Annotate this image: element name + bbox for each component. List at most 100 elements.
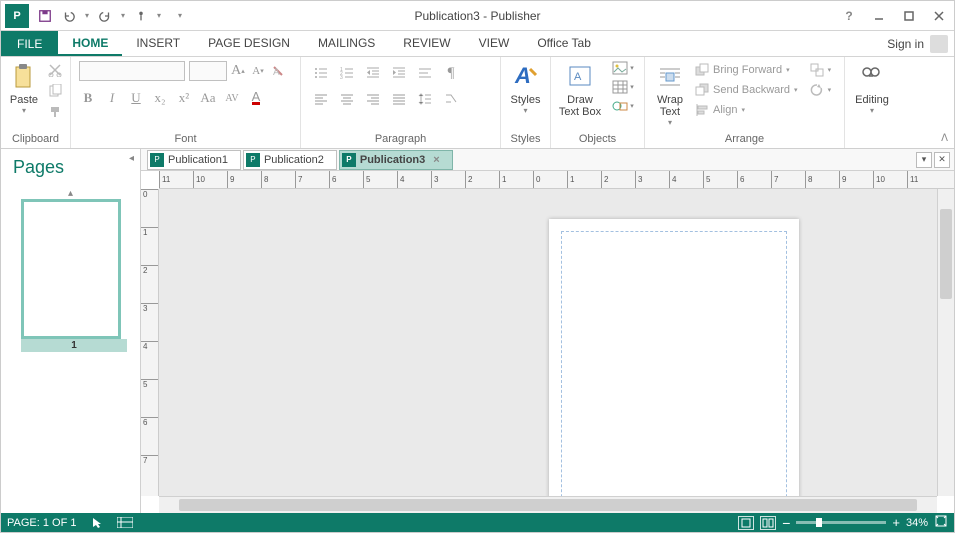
grow-font-button[interactable]: A▴ — [229, 62, 247, 80]
page-thumbnail[interactable]: 1 — [7, 199, 134, 352]
redo-dropdown-icon[interactable]: ▾ — [118, 5, 128, 27]
bold-button[interactable]: B — [79, 89, 97, 107]
table-button[interactable]: ▾ — [607, 78, 639, 96]
editing-button[interactable]: Editing ▾ — [849, 59, 895, 115]
paste-button[interactable]: Paste ▾ — [5, 59, 43, 115]
svg-text:A: A — [574, 71, 582, 83]
page-surface[interactable] — [549, 219, 799, 496]
columns-button[interactable] — [439, 87, 463, 111]
font-color-button[interactable]: A — [247, 89, 265, 107]
wrap-text-button[interactable]: Wrap Text ▾ — [649, 59, 691, 127]
undo-dropdown-icon[interactable]: ▾ — [82, 5, 92, 27]
increase-indent-button[interactable] — [387, 61, 411, 85]
doc-tab-2-label: Publication2 — [264, 154, 324, 166]
numbering-button[interactable]: 123 — [335, 61, 359, 85]
group-editing-label — [849, 143, 895, 148]
char-spacing-button[interactable]: AV — [223, 89, 241, 107]
object-position-icon[interactable] — [117, 517, 133, 528]
tab-office-tab[interactable]: Office Tab — [523, 31, 605, 56]
decrease-indent-button[interactable] — [361, 61, 385, 85]
page-indicator[interactable]: PAGE: 1 OF 1 — [7, 517, 77, 529]
pictures-button[interactable]: ▾ — [607, 59, 639, 77]
rotate-button[interactable]: ▾ — [806, 80, 830, 100]
ruler-mark: 3 — [141, 303, 158, 341]
align-right-button[interactable] — [361, 87, 385, 111]
zoom-level[interactable]: 34% — [906, 517, 928, 529]
align-label: Align — [713, 104, 737, 116]
pointer-mode-icon[interactable] — [91, 517, 103, 529]
doc-tab-2[interactable]: PPublication2 — [243, 150, 337, 170]
line-spacing-button[interactable] — [413, 87, 437, 111]
undo-icon[interactable] — [58, 5, 80, 27]
tab-mailings[interactable]: MAILINGS — [304, 31, 389, 56]
minimize-button[interactable] — [864, 5, 894, 27]
draw-textbox-button[interactable]: A Draw Text Box — [555, 59, 605, 118]
zoom-slider-thumb[interactable] — [816, 518, 822, 527]
vertical-ruler[interactable]: 01234567 — [141, 189, 159, 496]
two-page-view-icon[interactable] — [760, 516, 776, 530]
textbox-icon: A — [564, 61, 596, 93]
touch-mode-icon[interactable] — [130, 5, 152, 27]
tab-file[interactable]: FILE — [1, 31, 58, 56]
group-button[interactable]: ▾ — [806, 60, 830, 80]
change-case-button[interactable]: Aa — [199, 89, 217, 107]
send-backward-button[interactable]: Send Backward▾ — [691, 80, 802, 100]
redo-icon[interactable] — [94, 5, 116, 27]
scroll-thumb[interactable] — [940, 209, 952, 299]
doc-tab-3[interactable]: PPublication3× — [339, 150, 453, 170]
wrap-label: Wrap Text — [657, 94, 683, 118]
fit-to-window-icon[interactable] — [934, 514, 948, 531]
canvas[interactable] — [159, 189, 937, 496]
pilcrow-button[interactable]: ¶ — [439, 61, 463, 85]
group-paragraph: 123 ¶ Paragraph — [301, 57, 501, 148]
font-name-combo[interactable] — [79, 61, 185, 81]
tab-home[interactable]: HOME — [58, 31, 122, 56]
zoom-slider[interactable] — [796, 521, 886, 524]
touch-dropdown-icon[interactable]: ▾ — [154, 5, 164, 27]
cut-button[interactable] — [45, 61, 65, 79]
underline-button[interactable]: U — [127, 89, 145, 107]
scroll-thumb[interactable] — [179, 499, 917, 511]
zoom-out-button[interactable]: − — [782, 515, 790, 531]
tab-review[interactable]: REVIEW — [389, 31, 464, 56]
tab-insert[interactable]: INSERT — [122, 31, 194, 56]
align-left-button[interactable] — [309, 87, 333, 111]
copy-button[interactable] — [45, 82, 65, 100]
sign-in[interactable]: Sign in — [881, 31, 954, 56]
horizontal-ruler[interactable]: 111098765432101234567891011 — [159, 171, 954, 189]
font-size-combo[interactable] — [189, 61, 227, 81]
maximize-button[interactable] — [894, 5, 924, 27]
bullets-button[interactable] — [309, 61, 333, 85]
tab-page-design[interactable]: PAGE DESIGN — [194, 31, 304, 56]
vertical-scrollbar[interactable] — [937, 189, 954, 496]
help-button[interactable]: ? — [834, 5, 864, 27]
superscript-button[interactable]: x² — [175, 89, 193, 107]
italic-button[interactable]: I — [103, 89, 121, 107]
shapes-button[interactable]: ▾ — [607, 97, 639, 115]
align-center-button[interactable] — [335, 87, 359, 111]
justify-button[interactable] — [387, 87, 411, 111]
styles-button[interactable]: A Styles ▾ — [505, 59, 546, 115]
format-painter-button[interactable] — [45, 103, 65, 121]
text-direction-button[interactable] — [413, 61, 437, 85]
thumb-scroll-up-icon[interactable]: ▴ — [7, 188, 134, 199]
bring-forward-button[interactable]: Bring Forward▾ — [691, 60, 802, 80]
clear-format-button[interactable]: A — [269, 62, 287, 80]
doc-tab-1[interactable]: PPublication1 — [147, 150, 241, 170]
collapse-ribbon-icon[interactable]: ᐱ — [941, 133, 948, 144]
qat-customize-icon[interactable]: ▾ — [173, 5, 187, 27]
tab-close-button[interactable]: ✕ — [934, 152, 950, 168]
ruler-mark: 9 — [839, 171, 873, 188]
horizontal-scrollbar[interactable] — [159, 496, 937, 513]
save-icon[interactable] — [34, 5, 56, 27]
tab-menu-button[interactable]: ▾ — [916, 152, 932, 168]
single-page-view-icon[interactable] — [738, 516, 754, 530]
close-icon[interactable]: × — [433, 154, 439, 166]
subscript-button[interactable]: x₂ — [151, 89, 169, 107]
pages-collapse-icon[interactable]: ◂ — [129, 153, 134, 164]
zoom-in-button[interactable]: + — [892, 515, 900, 530]
shrink-font-button[interactable]: A▾ — [249, 62, 267, 80]
align-button[interactable]: Align▾ — [691, 100, 802, 120]
close-button[interactable] — [924, 5, 954, 27]
tab-view[interactable]: VIEW — [465, 31, 524, 56]
